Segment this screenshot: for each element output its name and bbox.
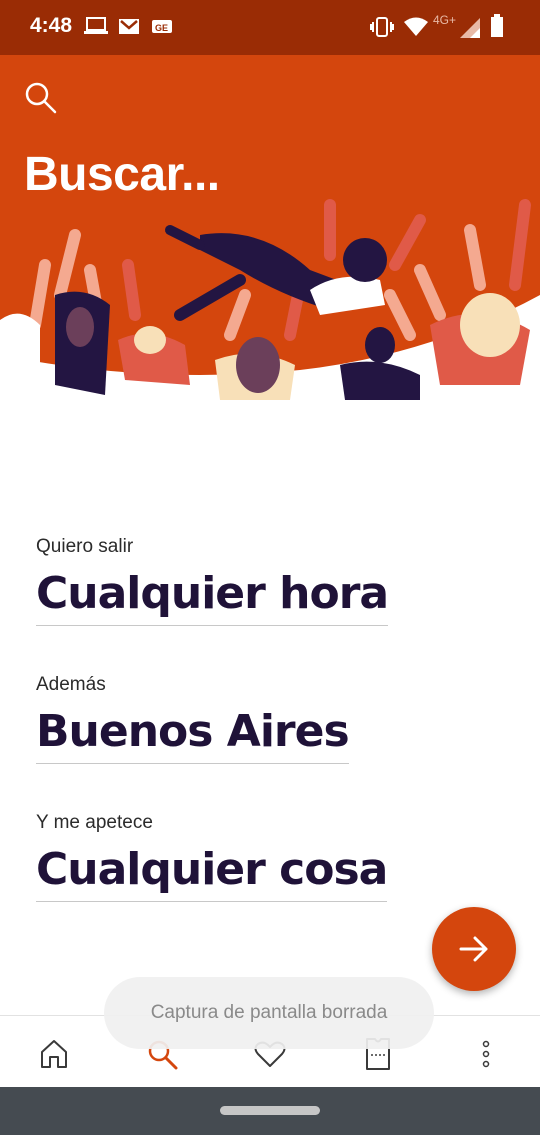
nav-home[interactable] — [34, 1034, 74, 1074]
battery-icon — [491, 14, 503, 37]
svg-text:GE: GE — [155, 23, 168, 33]
nav-more[interactable] — [466, 1034, 506, 1074]
search-submit-button[interactable] — [432, 907, 516, 991]
vibrate-icon — [370, 17, 394, 37]
page-title: Buscar... — [24, 148, 220, 201]
wifi-icon — [404, 17, 428, 36]
network-label: 4G+ — [433, 13, 457, 27]
what-value[interactable]: Cualquier cosa — [36, 844, 388, 902]
what-field[interactable]: Y me apetece Cualquier cosa — [36, 812, 388, 902]
ge-notification-icon: GE — [152, 20, 172, 33]
laptop-icon — [84, 17, 108, 34]
more-vertical-icon — [482, 1040, 490, 1068]
status-bar: 4:48 GE 4G+ — [0, 0, 540, 55]
home-gesture-handle[interactable] — [220, 1106, 320, 1115]
toast-message: Captura de pantalla borrada — [104, 977, 434, 1049]
when-label: Quiero salir — [36, 536, 134, 557]
status-time: 4:48 — [30, 14, 73, 37]
home-icon — [41, 1040, 67, 1068]
system-navigation-bar — [0, 1087, 540, 1135]
arrow-right-icon — [459, 936, 488, 962]
when-value[interactable]: Cualquier hora — [36, 568, 389, 626]
where-value[interactable]: Buenos Aires — [36, 706, 350, 764]
search-icon[interactable] — [24, 81, 58, 115]
crowd-illustration — [0, 199, 540, 400]
what-label: Y me apetece — [36, 812, 153, 833]
where-label: Además — [36, 674, 106, 695]
toast-text: Captura de pantalla borrada — [150, 1002, 388, 1023]
where-field[interactable]: Además Buenos Aires — [36, 674, 350, 764]
signal-icon — [460, 18, 480, 38]
when-field[interactable]: Quiero salir Cualquier hora — [36, 536, 389, 626]
gmail-icon — [119, 19, 139, 34]
hero-banner: Buscar... — [0, 55, 540, 400]
